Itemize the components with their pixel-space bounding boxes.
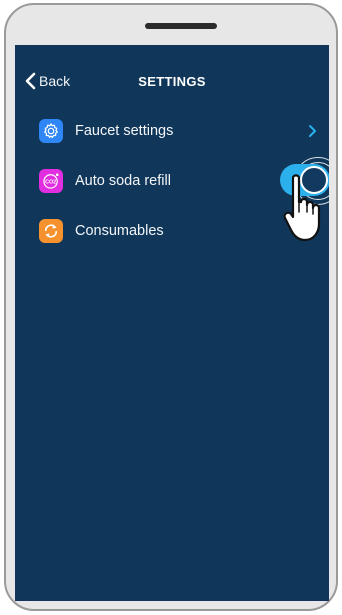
- gear-icon: [39, 119, 63, 143]
- settings-item-faucet-settings[interactable]: Faucet settings: [39, 117, 329, 145]
- refresh-icon: [39, 219, 63, 243]
- settings-item-label: Consumables: [75, 223, 164, 239]
- settings-item-consumables[interactable]: Consumables: [39, 217, 329, 245]
- settings-item-label: Auto soda refill: [75, 173, 171, 189]
- chevron-right-icon[interactable]: [307, 124, 317, 138]
- settings-item-label: Faucet settings: [75, 123, 174, 139]
- auto-soda-refill-toggle[interactable]: [280, 164, 329, 196]
- page-title: SETTINGS: [138, 74, 206, 89]
- co2-icon-text: CO2: [45, 179, 56, 185]
- phone-speaker: [145, 23, 217, 29]
- app-screen: Back SETTINGS Faucet settings CO2 Auto s…: [15, 45, 329, 601]
- phone-frame: Back SETTINGS Faucet settings CO2 Auto s…: [4, 3, 338, 611]
- toggle-knob: [300, 166, 328, 194]
- co2-icon: CO2: [39, 169, 63, 193]
